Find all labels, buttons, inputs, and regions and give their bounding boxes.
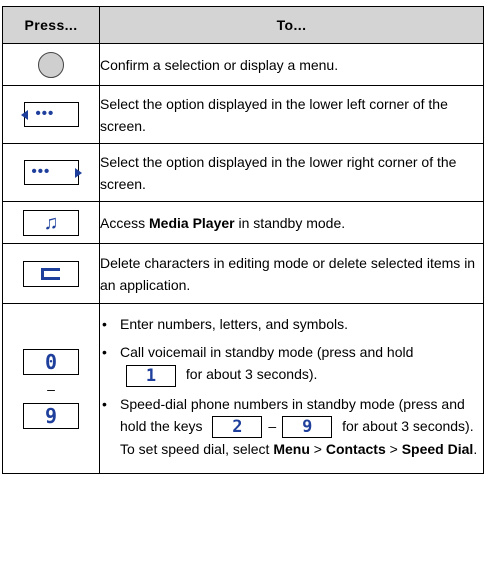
right-arrow-icon — [74, 168, 82, 178]
key-function-table: Press... To... Confirm a selection or di… — [2, 6, 484, 474]
number-key-bullets: Enter numbers, letters, and symbols. Cal… — [100, 313, 483, 460]
range-dash: – — [268, 417, 277, 434]
list-item: Enter numbers, letters, and symbols. — [102, 313, 483, 335]
table-row: 0 – 9 Enter numbers, letters, and symbol… — [2, 303, 484, 474]
nine-key-icon: 9 — [23, 402, 79, 429]
soft-key-dots: ••• — [31, 163, 51, 180]
range-dash: – — [47, 380, 55, 397]
speed-dial-label: Speed Dial — [401, 440, 474, 457]
nine-key-icon: 9 — [282, 415, 333, 438]
key-cell: 0 – 9 — [2, 303, 100, 474]
clear-key-icon — [23, 260, 79, 287]
description-cell: Confirm a selection or display a menu. — [99, 43, 484, 86]
header-to: To... — [99, 6, 484, 44]
key-cell: ••• — [2, 143, 100, 202]
desc-text: Access — [100, 214, 150, 231]
description-cell: Delete characters in editing mode or del… — [99, 243, 484, 304]
zero-key-icon: 0 — [23, 348, 79, 375]
soft-key-dots: ••• — [35, 105, 55, 122]
key-cell — [2, 43, 100, 86]
clear-glyph — [41, 267, 60, 280]
key-cell: ♫ — [2, 201, 100, 244]
list-item: Speed-dial phone numbers in standby mode… — [102, 393, 483, 460]
description-cell: Enter numbers, letters, and symbols. Cal… — [99, 303, 484, 474]
table-row: Confirm a selection or display a menu. — [2, 43, 484, 86]
table-row: ♫ Access Media Player in standby mode. — [2, 201, 484, 244]
table-header-row: Press... To... — [2, 6, 484, 44]
center-select-key-icon — [38, 51, 64, 78]
separator: > — [385, 440, 402, 457]
list-item: Call voicemail in standby mode (press an… — [102, 341, 483, 387]
period: . — [473, 440, 478, 457]
description-cell: Select the option displayed in the lower… — [99, 143, 484, 202]
table-row: Delete characters in editing mode or del… — [2, 243, 484, 304]
separator: > — [309, 440, 326, 457]
left-soft-key-icon: ••• — [20, 102, 79, 127]
left-arrow-icon — [20, 110, 28, 120]
right-soft-key-icon: ••• — [23, 160, 82, 185]
menu-label: Menu — [273, 440, 310, 457]
contacts-label: Contacts — [325, 440, 386, 457]
table-row: ••• Select the option displayed in the l… — [2, 143, 484, 202]
description-cell: Access Media Player in standby mode. — [99, 201, 484, 244]
desc-text: Call voicemail in standby mode (press an… — [120, 344, 414, 361]
table-row: ••• Select the option displayed in the l… — [2, 85, 484, 144]
media-player-key-icon: ♫ — [23, 209, 79, 236]
two-key-icon: 2 — [212, 415, 263, 438]
number-keys-icon: 0 – 9 — [3, 348, 99, 429]
header-press: Press... — [2, 6, 100, 44]
desc-text: for about 3 seconds). — [185, 366, 318, 383]
one-key-icon: 1 — [126, 364, 176, 387]
desc-text: in standby mode. — [234, 214, 346, 231]
key-cell — [2, 243, 100, 304]
media-player-label: Media Player — [149, 214, 235, 231]
key-cell: ••• — [2, 85, 100, 144]
description-cell: Select the option displayed in the lower… — [99, 85, 484, 144]
